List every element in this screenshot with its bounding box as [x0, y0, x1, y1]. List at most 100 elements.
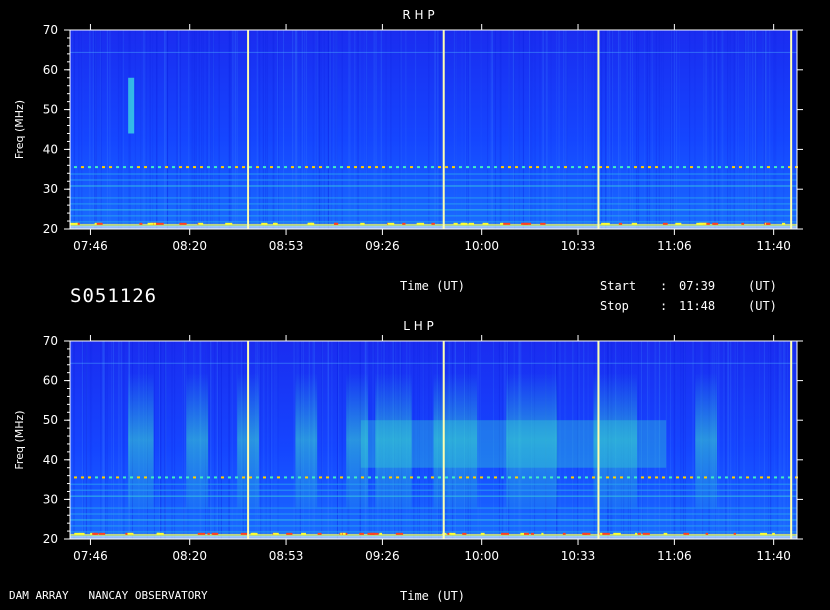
hot-pixel: [781, 222, 786, 225]
noise-streak: [636, 30, 638, 229]
noise-streak: [468, 30, 470, 229]
noise-streak: [373, 30, 375, 229]
interference-dot: [137, 476, 140, 479]
interference-dot: [396, 166, 399, 169]
noise-streak: [273, 30, 275, 229]
interference-dot: [536, 476, 539, 479]
noise-streak: [302, 30, 304, 229]
interference-dot: [263, 476, 266, 479]
y-tick-label: 70: [43, 23, 58, 37]
noise-streak: [727, 30, 729, 229]
interference-dot: [466, 476, 469, 479]
interference-dot: [389, 166, 392, 169]
interference-dot: [529, 166, 532, 169]
noise-streak: [591, 30, 593, 229]
noise-streak: [439, 30, 441, 229]
noise-streak: [153, 341, 155, 539]
noise-streak: [762, 30, 764, 229]
hot-pixel: [225, 222, 233, 225]
interference-dot: [725, 476, 728, 479]
noise-streak: [774, 341, 776, 539]
noise-streak: [260, 341, 262, 539]
noise-streak: [267, 341, 269, 539]
hot-pixel: [618, 222, 623, 225]
noise-streak: [106, 341, 108, 539]
noise-streak: [163, 30, 165, 229]
noise-streak: [177, 30, 179, 229]
noise-streak: [754, 30, 756, 229]
noise-streak: [336, 30, 338, 229]
noise-streak: [709, 30, 711, 229]
time-marker-line: [442, 30, 445, 229]
interference-dot: [102, 166, 105, 169]
noise-streak: [673, 341, 675, 539]
interference-dot: [438, 476, 441, 479]
hot-pixel: [273, 532, 279, 535]
hot-pixel: [675, 222, 682, 225]
hot-pixel: [663, 532, 668, 535]
noise-streak: [101, 341, 103, 539]
interference-dot: [130, 476, 133, 479]
noise-streak: [632, 30, 634, 229]
noise-streak: [208, 30, 210, 229]
noise-streak: [121, 30, 123, 229]
noise-streak: [171, 341, 173, 539]
noise-streak: [780, 341, 782, 539]
interference-dot: [207, 476, 210, 479]
noise-streak: [718, 341, 720, 539]
interference-line: [70, 483, 797, 486]
noise-streak: [184, 341, 186, 539]
interference-dot: [697, 476, 700, 479]
time-marker-line: [247, 341, 250, 539]
x-tick-label: 11:40: [756, 239, 791, 253]
noise-streak: [532, 30, 534, 229]
interference-dot: [564, 476, 567, 479]
noise-streak: [218, 30, 220, 229]
interference-dot: [494, 166, 497, 169]
interference-dot: [620, 166, 623, 169]
start-unit: (UT): [748, 279, 777, 293]
noise-streak: [601, 30, 603, 229]
interference-dot: [165, 166, 168, 169]
noise-streak: [334, 30, 336, 229]
interference-dot: [375, 476, 378, 479]
interference-dot: [186, 476, 189, 479]
interference-line: [70, 173, 797, 175]
hot-pixel: [93, 532, 99, 535]
noise-streak: [166, 30, 168, 229]
y-tick-label: 30: [43, 492, 58, 506]
noise-streak: [211, 30, 213, 229]
noise-streak: [208, 341, 210, 539]
noise-streak: [296, 30, 298, 229]
noise-streak: [660, 30, 662, 229]
noise-streak: [229, 30, 231, 229]
hot-pixel: [98, 532, 106, 535]
interference-dot: [361, 166, 364, 169]
noise-streak: [734, 341, 736, 539]
noise-streak: [672, 30, 674, 229]
noise-streak: [723, 341, 725, 539]
interference-dot: [144, 166, 147, 169]
hot-pixel: [212, 532, 219, 535]
interference-dot: [256, 476, 259, 479]
panel-title: L H P: [403, 319, 434, 333]
noise-streak: [620, 30, 622, 229]
y-tick-label: 40: [43, 142, 58, 156]
noise-streak: [193, 30, 195, 229]
interference-line: [70, 525, 797, 527]
interference-dot: [557, 476, 560, 479]
x-tick-label: 08:20: [172, 239, 207, 253]
noise-streak: [610, 30, 612, 229]
hot-pixel: [772, 532, 775, 535]
noise-streak: [71, 30, 73, 229]
noise-streak: [140, 30, 142, 229]
interference-dot: [690, 166, 693, 169]
noise-streak: [746, 30, 748, 229]
noise-streak: [85, 341, 87, 539]
noise-streak: [272, 30, 274, 229]
noise-streak: [689, 30, 691, 229]
noise-streak: [737, 30, 739, 229]
interference-dot: [291, 166, 294, 169]
interference-line: [70, 215, 797, 217]
interference-dot: [585, 476, 588, 479]
